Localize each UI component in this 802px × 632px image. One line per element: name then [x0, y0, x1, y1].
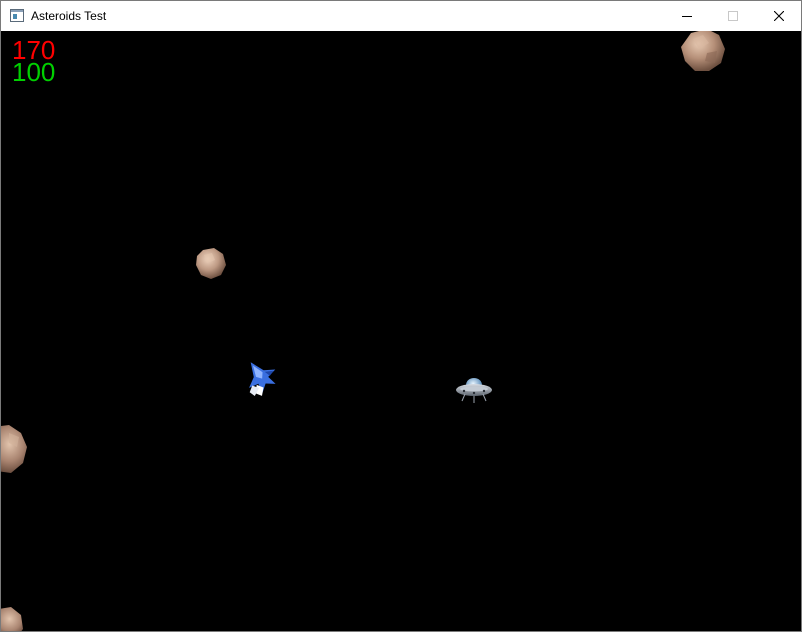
game-window: Asteroids Test 170 100: [0, 0, 802, 632]
window-title: Asteroids Test: [31, 9, 107, 23]
minimize-icon: [682, 16, 692, 17]
title-bar[interactable]: Asteroids Test: [1, 1, 801, 31]
asteroid-edge: [1, 425, 27, 473]
ufo-enemy: [456, 378, 492, 403]
close-icon: [774, 11, 784, 21]
asteroid-small: [196, 248, 226, 279]
minimize-button[interactable]: [664, 1, 710, 31]
app-window-icon: [10, 9, 24, 22]
maximize-button[interactable]: [710, 1, 756, 31]
game-canvas[interactable]: 170 100: [1, 31, 801, 631]
health-text: 100: [12, 57, 56, 87]
player-ship: [249, 362, 276, 397]
asteroid-corner: [1, 607, 23, 631]
close-button[interactable]: [756, 1, 801, 31]
maximize-icon: [728, 11, 738, 21]
asteroid-large: [681, 31, 725, 71]
